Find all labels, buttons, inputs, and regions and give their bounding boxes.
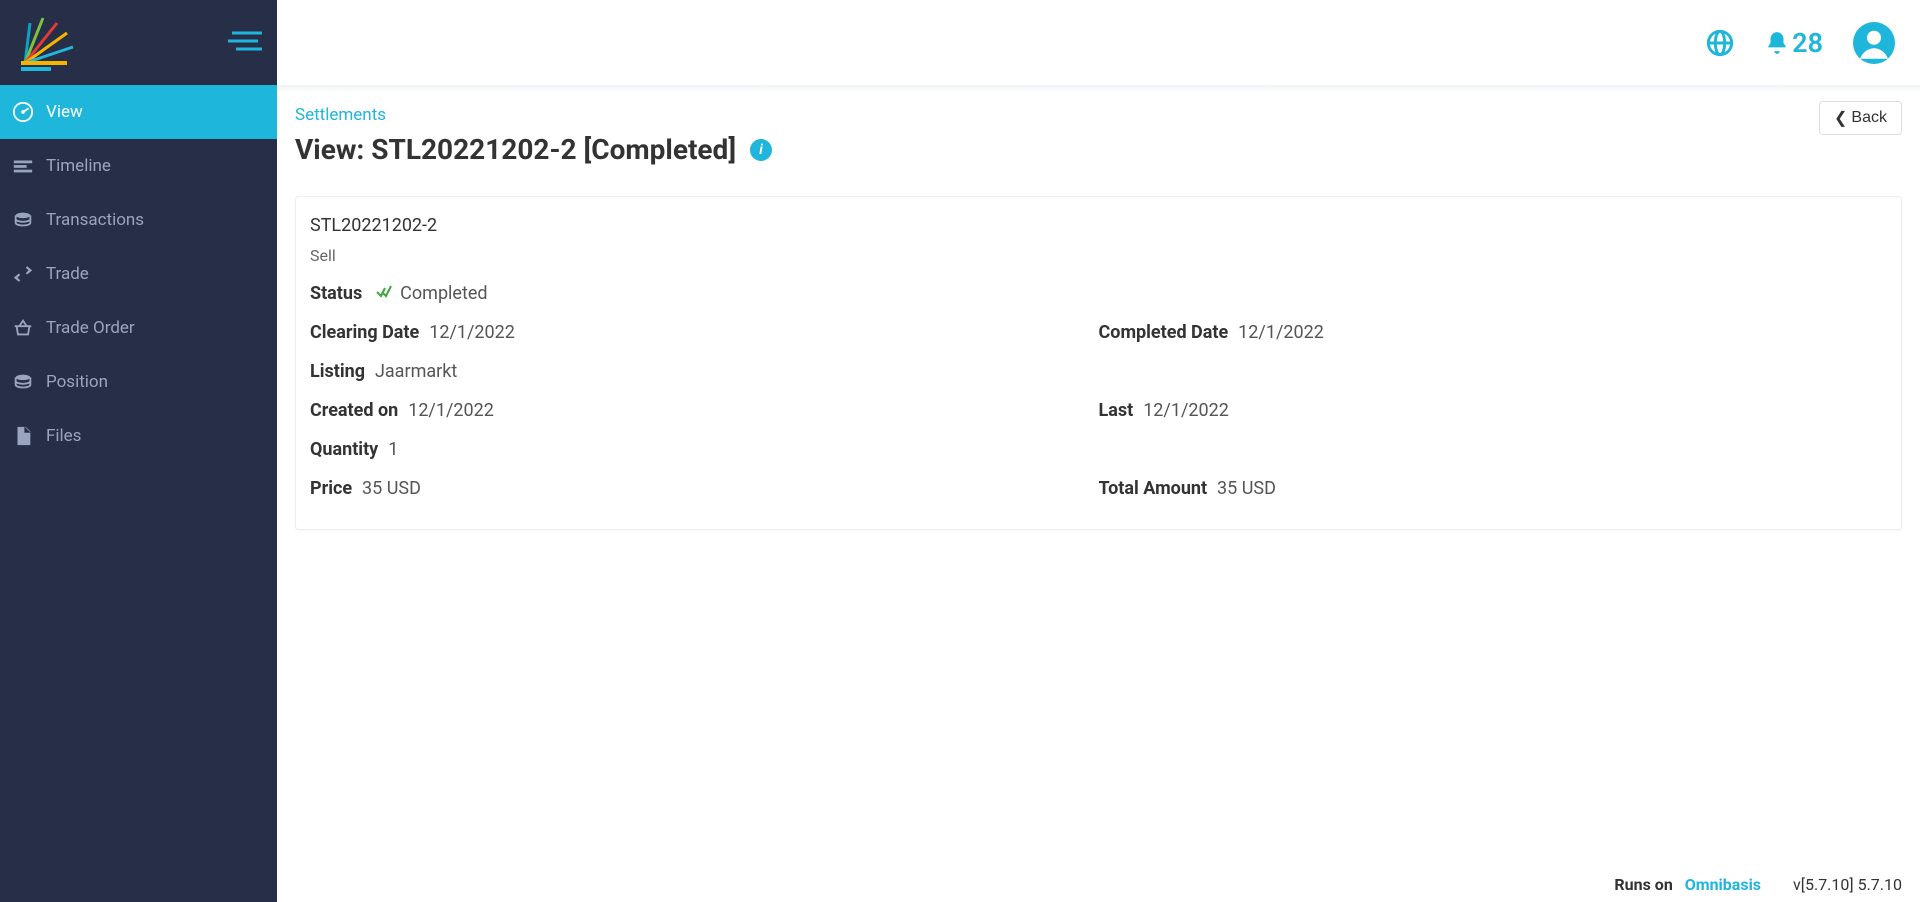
sidebar-item-trade-order[interactable]: Trade Order (0, 301, 277, 355)
price-value: 35 USD (362, 478, 421, 499)
coins-icon (12, 209, 34, 231)
page-title-row: View: STL20221202-2 [Completed] i (295, 133, 1902, 166)
sidebar-item-timeline[interactable]: Timeline (0, 139, 277, 193)
quantity-value: 1 (388, 439, 398, 460)
total-amount-label: Total Amount (1099, 478, 1208, 499)
sidebar-item-label: Position (46, 372, 108, 392)
sidebar-item-label: View (46, 102, 83, 122)
total-amount-value: 35 USD (1217, 478, 1276, 499)
total-amount-field: Total Amount 35 USD (1099, 478, 1888, 499)
last-field: Last 12/1/2022 (1099, 400, 1888, 421)
sidebar-item-label: Files (46, 426, 81, 446)
sidebar-item-position[interactable]: Position (0, 355, 277, 409)
notifications-button[interactable]: 28 (1764, 27, 1823, 59)
footer-version: v[5.7.10] 5.7.10 (1793, 875, 1902, 894)
exchange-icon (12, 263, 34, 285)
sidebar-item-transactions[interactable]: Transactions (0, 193, 277, 247)
clearing-date-value: 12/1/2022 (429, 322, 515, 343)
sidebar-nav: View Timeline Transactions Trade Trade O… (0, 85, 277, 463)
quantity-label: Quantity (310, 439, 378, 460)
basket-icon (12, 317, 34, 339)
footer: Runs on Omnibasis v[5.7.10] 5.7.10 (1614, 875, 1902, 894)
sidebar-item-label: Trade (46, 264, 89, 284)
sidebar-item-label: Transactions (46, 210, 144, 230)
file-icon (12, 425, 34, 447)
timeline-icon (12, 155, 34, 177)
logo[interactable] (15, 13, 77, 73)
quantity-field: Quantity 1 (310, 439, 1887, 460)
sidebar-item-label: Trade Order (46, 318, 135, 338)
status-label: Status (310, 283, 362, 304)
check-icon (376, 285, 392, 299)
completed-date-label: Completed Date (1099, 322, 1229, 343)
sidebar-item-label: Timeline (46, 156, 111, 176)
status-value: Completed (400, 283, 487, 304)
menu-toggle-icon[interactable] (228, 29, 262, 57)
sidebar: View Timeline Transactions Trade Trade O… (0, 0, 277, 902)
main: 28 Settlements View: STL20221202-2 [Comp… (277, 0, 1920, 902)
back-label: Back (1851, 109, 1887, 127)
sidebar-item-trade[interactable]: Trade (0, 247, 277, 301)
back-button[interactable]: ❮ Back (1819, 101, 1902, 135)
completed-date-value: 12/1/2022 (1238, 322, 1324, 343)
listing-value: Jaarmarkt (375, 361, 457, 382)
price-field: Price 35 USD (310, 478, 1099, 499)
page-title: View: STL20221202-2 [Completed] (295, 133, 736, 166)
settlement-card: STL20221202-2 Sell Status Completed Clea… (295, 196, 1902, 530)
sidebar-item-files[interactable]: Files (0, 409, 277, 463)
gauge-icon (12, 101, 34, 123)
clearing-date-field: Clearing Date 12/1/2022 (310, 322, 1099, 343)
topbar: 28 (277, 0, 1920, 85)
created-on-field: Created on 12/1/2022 (310, 400, 1099, 421)
price-label: Price (310, 478, 352, 499)
notification-count: 28 (1792, 27, 1823, 59)
last-value: 12/1/2022 (1143, 400, 1229, 421)
footer-brand-link[interactable]: Omnibasis (1685, 875, 1761, 894)
globe-icon[interactable] (1706, 29, 1734, 57)
last-label: Last (1099, 400, 1134, 421)
created-on-label: Created on (310, 400, 398, 421)
listing-label: Listing (310, 361, 365, 382)
sidebar-item-view[interactable]: View (0, 85, 277, 139)
footer-runs-on: Runs on (1614, 875, 1672, 894)
listing-field: Listing Jaarmarkt (310, 361, 1887, 382)
info-icon[interactable]: i (750, 139, 772, 161)
content: Settlements View: STL20221202-2 [Complet… (277, 85, 1920, 902)
user-avatar[interactable] (1853, 22, 1895, 64)
sidebar-header (0, 0, 277, 85)
created-on-value: 12/1/2022 (408, 400, 494, 421)
coins-icon (12, 371, 34, 393)
clearing-date-label: Clearing Date (310, 322, 419, 343)
chevron-left-icon: ❮ (1834, 108, 1847, 128)
settlement-type: Sell (310, 246, 1887, 265)
completed-date-field: Completed Date 12/1/2022 (1099, 322, 1888, 343)
settlement-id: STL20221202-2 (310, 215, 1887, 236)
breadcrumb-settlements[interactable]: Settlements (295, 105, 1902, 125)
status-field: Status Completed (310, 283, 1887, 304)
